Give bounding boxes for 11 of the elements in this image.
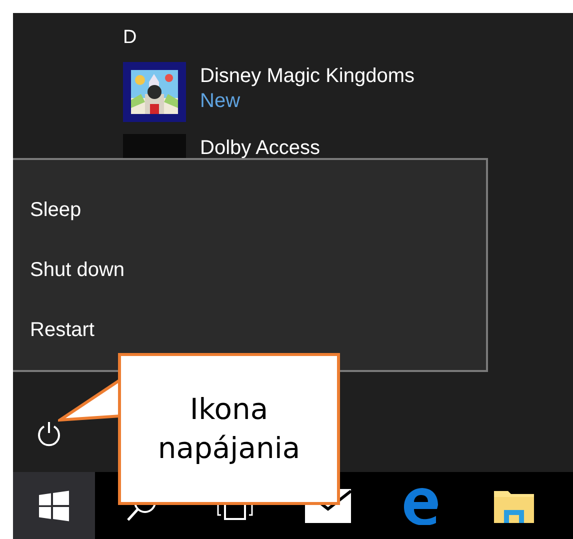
menu-item[interactable]: Restart — [13, 300, 112, 360]
section-letter: D — [122, 26, 138, 50]
app-name[interactable]: Disney Magic Kingdoms — [200, 64, 415, 88]
menu-item[interactable]: Shut down — [13, 240, 142, 300]
callout-tooltip: Ikona napájania — [118, 353, 340, 505]
edge-icon[interactable] — [402, 486, 440, 524]
new-label: New — [200, 88, 242, 114]
start-button[interactable] — [13, 472, 95, 539]
app-name[interactable]: Dolby Access — [200, 136, 320, 160]
windows-icon — [38, 490, 70, 522]
menu-item[interactable]: Sleep — [13, 180, 98, 240]
